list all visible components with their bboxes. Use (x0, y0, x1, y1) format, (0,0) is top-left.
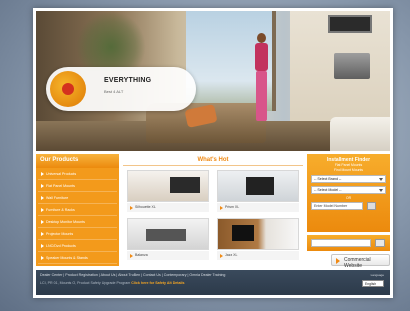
hot-tile-caption[interactable]: Jazz XL (217, 251, 299, 260)
shelf-image (334, 53, 370, 79)
hot-tile-caption[interactable]: Prism XL (217, 203, 299, 212)
product-image[interactable] (217, 170, 299, 202)
web-page: EVERYTHING Best 4 ALT Our Products Unive… (33, 8, 393, 298)
tv-image (328, 15, 372, 33)
arrow-right-icon (41, 196, 44, 200)
mount-finder: Installment Finder Flat Panel Mounts Fin… (307, 154, 390, 232)
products-title: Our Products (36, 154, 119, 168)
chevron-down-icon (379, 178, 383, 181)
products-menu: Our Products Universal Products Flat Pan… (36, 154, 119, 266)
whats-hot-section: What's Hot Silhouette XL Prism XL Balanz… (123, 154, 303, 266)
arrow-right-icon (41, 208, 44, 212)
product-link-furniture-racks[interactable]: Furniture & Racks (38, 205, 117, 216)
product-image[interactable] (127, 218, 209, 250)
product-image[interactable] (217, 218, 299, 250)
arrow-right-icon (130, 206, 133, 210)
arrow-right-icon (41, 172, 44, 176)
product-link-lnc[interactable]: LNC/Dvd Products (38, 241, 117, 252)
promo-bubble[interactable]: EVERYTHING Best 4 ALT (46, 67, 196, 111)
woman-figure (251, 33, 271, 123)
plant-decoration (76, 11, 146, 71)
go-button[interactable] (367, 202, 376, 210)
finder-subtitle-2: Find Mount Mounts (333, 167, 364, 172)
hero-banner: EVERYTHING Best 4 ALT (36, 11, 390, 151)
safety-link[interactable]: Click here for Safety Alt Details (131, 281, 184, 285)
promo-title: EVERYTHING (104, 77, 152, 84)
whats-hot-grid: Silhouette XL Prism XL Balanza Jazz XL (127, 170, 299, 264)
product-link-speaker[interactable]: Speaker Mounts & Stands (38, 253, 117, 264)
search-box (307, 235, 390, 251)
search-button[interactable] (375, 239, 385, 247)
hot-tile-caption[interactable]: Balanza (127, 251, 209, 260)
arrow-right-icon (41, 220, 44, 224)
arrow-right-icon (41, 232, 44, 236)
language-select[interactable]: English (362, 280, 384, 287)
hot-tile[interactable]: Silhouette XL (127, 170, 209, 214)
arrow-right-icon (41, 244, 44, 248)
product-link-universal[interactable]: Universal Products (38, 169, 117, 180)
search-input[interactable] (311, 239, 371, 247)
footer: Dealer Center | Product Registration | A… (36, 270, 390, 295)
brand-select[interactable]: -- Select Brand -- (311, 175, 386, 183)
product-link-projector[interactable]: Projector Mounts (38, 229, 117, 240)
arrow-right-icon (220, 254, 223, 258)
arrow-right-icon (336, 258, 340, 264)
model-select[interactable]: -- Select Model -- (311, 186, 386, 194)
product-link-desktop[interactable]: Desktop Monitor Mounts (38, 217, 117, 228)
brand-logo-icon (50, 71, 86, 107)
arrow-right-icon (220, 206, 223, 210)
chevron-down-icon (379, 189, 383, 192)
hot-tile[interactable]: Jazz XL (217, 218, 299, 262)
footer-links[interactable]: Dealer Center | Product Registration | A… (40, 273, 386, 277)
product-link-wall-furniture[interactable]: Wall Furniture (38, 193, 117, 204)
arrow-right-icon (130, 254, 133, 258)
product-link-flat-panel[interactable]: Flat Panel Mounts (38, 181, 117, 192)
arrow-right-icon (41, 256, 44, 260)
arrow-right-icon (41, 184, 44, 188)
footer-legal: LCI, PR 01, Mounts O, Product Safety Upg… (40, 281, 185, 285)
commercial-website-button[interactable]: Commercial Website (331, 254, 390, 269)
or-label: OR (345, 196, 352, 200)
promo-subtitle: Best 4 ALT (104, 89, 124, 94)
hot-tile[interactable]: Balanza (127, 218, 209, 262)
model-number-input[interactable]: Enter Model Number (311, 202, 363, 210)
product-image[interactable] (127, 170, 209, 202)
language-label: Language (370, 273, 384, 277)
hot-tile[interactable]: Prism XL (217, 170, 299, 214)
whats-hot-title: What's Hot (123, 154, 303, 166)
bed-image (330, 117, 390, 151)
hot-tile-caption[interactable]: Silhouette XL (127, 203, 209, 212)
